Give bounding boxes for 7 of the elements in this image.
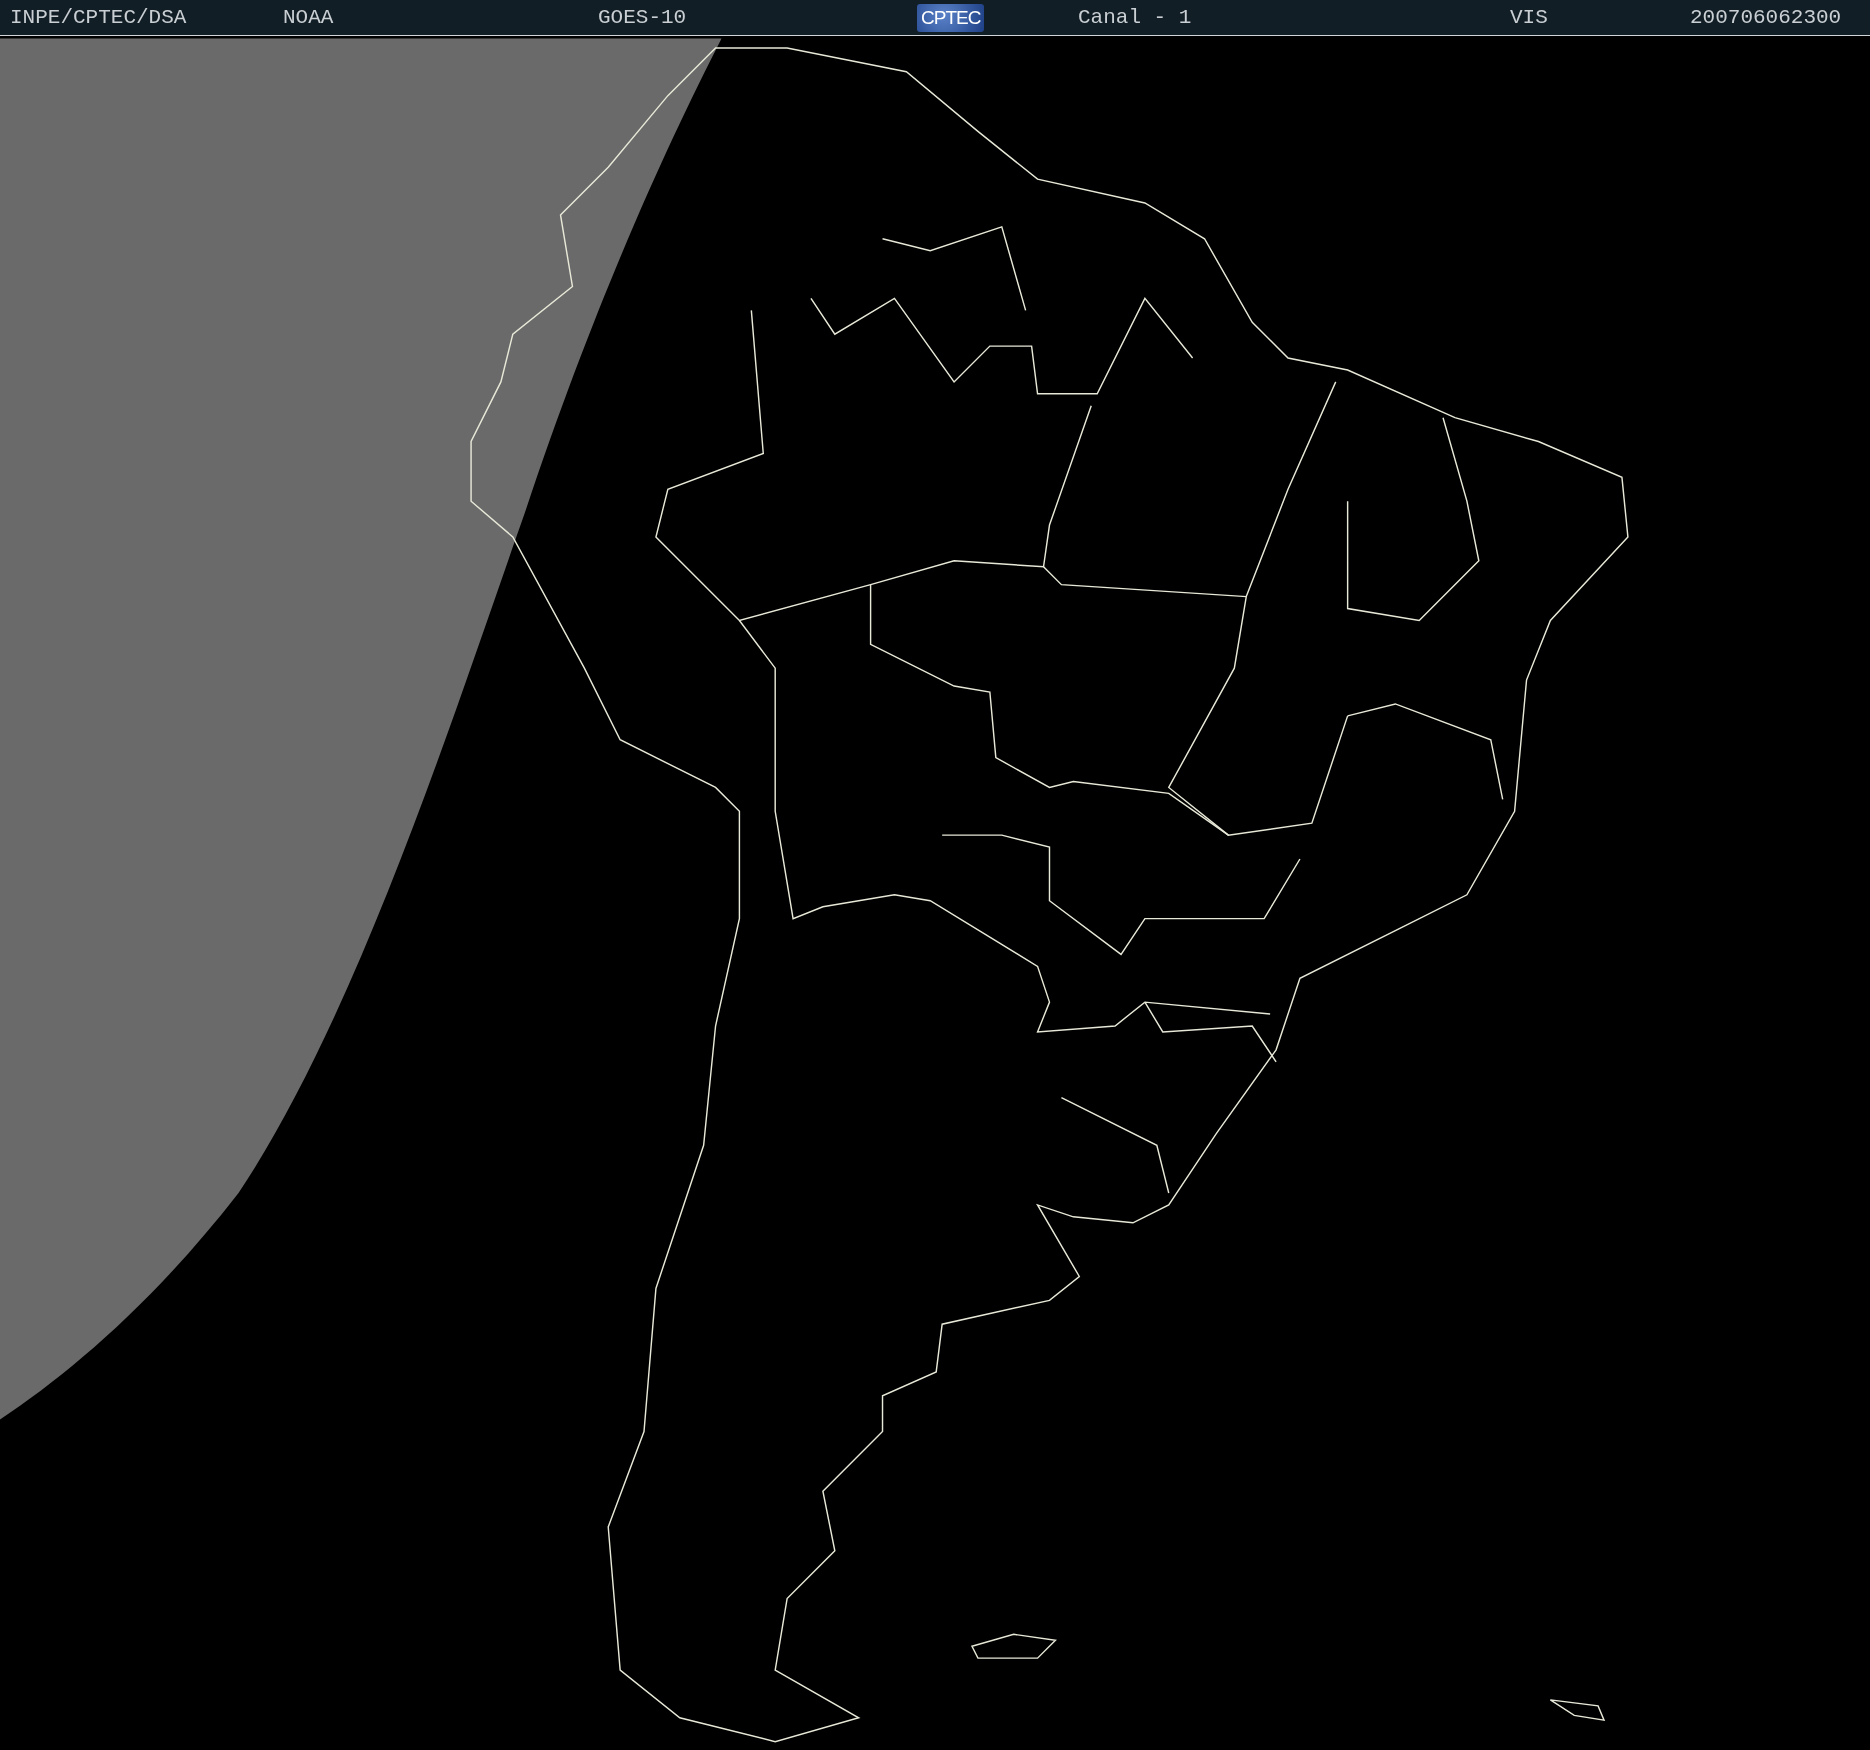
logo: CPTEC [917,3,985,32]
header-label: INPE/CPTEC/DSA [10,6,188,29]
header-label: Canal - 1 [1078,6,1193,29]
header-label: 200706062300 [1690,6,1843,29]
header-label: VIS [1510,6,1549,29]
header-label: GOES-10 [598,6,688,29]
header-label: NOAA [283,6,335,29]
